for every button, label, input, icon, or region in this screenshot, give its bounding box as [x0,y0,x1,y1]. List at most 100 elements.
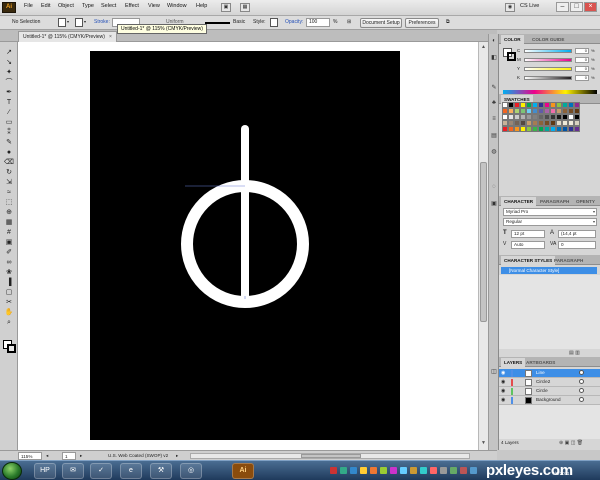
taskbar-app-button[interactable]: ◎ [180,463,202,479]
channel-slider[interactable] [524,58,572,62]
tray-icon[interactable] [380,467,387,474]
zoom-field[interactable]: 115% [18,452,42,460]
artboard-icon[interactable]: ▢ [4,288,14,297]
menu-file[interactable]: File [24,3,33,9]
tab-character-styles[interactable]: CHARACTER STYLES [501,256,556,265]
zoom-icon[interactable]: ⌕ [4,318,14,327]
tray-icon[interactable] [430,467,437,474]
artboard[interactable] [90,51,400,440]
visibility-eye-icon[interactable]: ◉ [501,369,505,377]
opacity-field[interactable]: 100 [306,18,330,27]
brushes-icon[interactable]: ✎ [490,84,498,92]
channel-value-field[interactable]: 0 [575,75,589,81]
tray-icon[interactable] [330,467,337,474]
rotate-icon[interactable]: ↻ [4,168,14,177]
channel-value-field[interactable]: 0 [575,66,589,72]
tab-opentype[interactable]: OPENTY [573,197,598,206]
scroll-up-icon[interactable]: ▲ [480,44,487,52]
tray-icon[interactable] [460,467,467,474]
next-artboard-icon[interactable]: ▸ [80,452,82,460]
color-profile-status[interactable]: U.S. Web Coated (SWOP) v2 [108,452,168,460]
cs-live-menu[interactable]: CS Live [520,3,539,9]
layer-row[interactable]: ◉ Circle2 [499,378,600,387]
tab-paragraph[interactable]: PARAGRAPH [537,197,572,206]
menu-edit[interactable]: Edit [41,3,50,9]
color-swatch[interactable] [574,126,580,132]
close-button[interactable]: × [584,2,597,12]
symbol-sprayer-icon[interactable]: ❀ [4,268,14,277]
tray-icon[interactable] [400,467,407,474]
lasso-icon[interactable]: ⌒ [4,78,14,87]
tray-icon[interactable] [390,467,397,474]
menu-window[interactable]: Window [167,3,187,9]
free-transform-icon[interactable]: ⬚ [4,198,14,207]
taskbar-app-button[interactable]: Ai [232,463,254,479]
brush-definition[interactable]: Basic [233,19,245,25]
bridge-icon[interactable]: ▣ [221,3,231,12]
horizontal-scroll-thumb[interactable] [301,454,361,458]
graphic-styles-icon[interactable]: ▣ [490,200,498,208]
fill-swatch[interactable] [58,18,66,27]
transparency-icon[interactable]: ◍ [490,148,498,156]
tray-icon[interactable] [410,467,417,474]
layer-row[interactable]: ◉ Background [499,396,600,405]
tray-icon[interactable] [360,467,367,474]
target-icon[interactable] [579,379,584,384]
menu-type[interactable]: Type [82,3,94,9]
eyedropper-icon[interactable]: ✐ [4,248,14,257]
layer-row[interactable]: ◉ Line [499,369,600,378]
appearance-icon[interactable]: ◌ [490,184,498,192]
symbols-icon[interactable]: ♣ [490,100,498,108]
taskbar-app-button[interactable]: HP [34,463,56,479]
color-panel-icon[interactable]: ◐ [490,38,498,46]
tab-color[interactable]: COLOR [501,35,524,44]
tracking-field[interactable]: 0 [558,241,596,249]
channel-slider[interactable] [524,49,572,53]
selection-icon[interactable]: ↗ [4,48,14,57]
blob-brush-icon[interactable]: ● [4,148,14,157]
layer-actions-icon[interactable]: ⊕ ▣ ◫ 🗑 [559,440,583,446]
taskbar-app-button[interactable]: e [120,463,142,479]
channel-slider[interactable] [524,67,572,71]
layers-panel-icon[interactable]: ◫ [490,368,498,376]
tray-icon[interactable] [370,467,377,474]
gradient-icon[interactable]: ▣ [4,238,14,247]
kerning-field[interactable]: Auto [511,241,545,249]
visibility-eye-icon[interactable]: ◉ [501,378,505,386]
new-style-icon[interactable]: ▤ ▥ [569,350,580,356]
font-style-field[interactable]: Regular ▾ [503,218,597,226]
horizontal-scrollbar[interactable] [190,453,470,459]
stroke-color-box[interactable] [7,344,16,353]
channel-value-field[interactable]: 0 [575,57,589,63]
font-size-field[interactable]: 12 pt [511,230,545,238]
visibility-eye-icon[interactable]: ◉ [501,396,505,404]
select-similar-icon[interactable]: ⧉ [446,19,450,25]
mesh-icon[interactable]: # [4,228,14,237]
tab-color-guide[interactable]: COLOR GUIDE [529,35,567,44]
preferences-button[interactable]: Preferences [405,18,439,28]
blend-icon[interactable]: ∞ [4,258,14,267]
cs-live-icon[interactable]: ◉ [505,3,515,12]
stroke-label[interactable]: Stroke: [94,19,110,25]
menu-view[interactable]: View [148,3,160,9]
eraser-icon[interactable]: ⌫ [4,158,14,167]
width-icon[interactable]: ≈ [4,188,14,197]
magic-wand-icon[interactable]: ✦ [4,68,14,77]
tab-character[interactable]: CHARACTER [501,197,537,206]
visibility-eye-icon[interactable]: ◉ [501,387,505,395]
menu-select[interactable]: Select [101,3,116,9]
color-guide-icon[interactable]: ◧ [490,54,498,62]
tray-icon[interactable] [340,467,347,474]
direct-selection-icon[interactable]: ↘ [4,58,14,67]
menu-object[interactable]: Object [58,3,74,9]
menu-help[interactable]: Help [196,3,207,9]
perspective-grid-icon[interactable]: ▦ [4,218,14,227]
menu-effect[interactable]: Effect [125,3,139,9]
rectangle-icon[interactable]: ▭ [4,118,14,127]
type-icon[interactable]: T [4,98,14,107]
pen-icon[interactable]: ✒ [4,88,14,97]
leading-field[interactable]: (14,4 pt [558,230,596,238]
vertical-scrollbar[interactable]: ▲ ▼ [478,42,488,450]
color-stroke-box[interactable] [507,52,516,61]
status-menu-icon[interactable]: ▸ [176,452,178,460]
